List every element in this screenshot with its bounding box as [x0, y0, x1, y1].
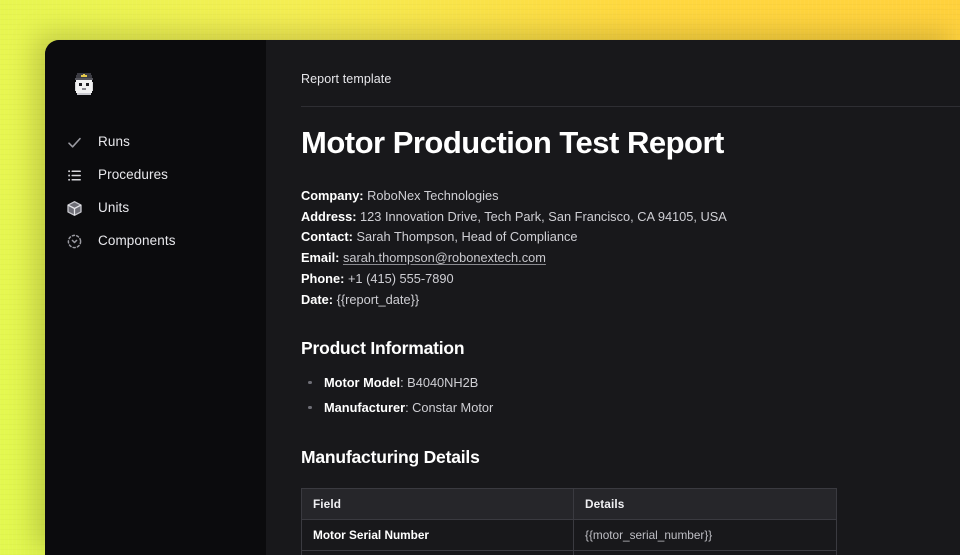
meta-row-company: Company: RoboNex Technologies [301, 186, 960, 207]
meta-value: 123 Innovation Drive, Tech Park, San Fra… [360, 208, 727, 224]
sidebar-item-label: Runs [98, 134, 130, 150]
check-icon [66, 134, 83, 151]
sidebar-nav: Runs Procedures Units Components [45, 126, 266, 258]
list-item-key: Manufacturer [324, 399, 406, 415]
list-item-value: : B4040NH2B [400, 374, 479, 390]
meta-value: {{report_date}} [336, 291, 420, 307]
meta-key: Phone: [301, 270, 345, 286]
table-header-details: Details [573, 487, 837, 520]
page-title: Motor Production Test Report [301, 125, 724, 160]
header-divider [301, 106, 960, 107]
meta-key: Contact: [301, 229, 353, 245]
list-item: Manufacturer: Constar Motor [301, 395, 960, 420]
table-header-row: Field Details [301, 487, 837, 520]
sidebar-item-procedures[interactable]: Procedures [45, 159, 266, 191]
meta-key: Email: [301, 250, 340, 266]
meta-key: Address: [301, 208, 357, 224]
robot-mascot-logo[interactable] [64, 64, 104, 104]
table-cell-field: Motor Serial Number [301, 518, 574, 551]
table-cell-field: Production Date [301, 549, 574, 555]
meta-value: Sarah Thompson, Head of Compliance [356, 229, 578, 245]
section-heading-product-information: Product Information [301, 337, 465, 358]
table-cell-details: {{production_date}} [573, 549, 837, 555]
meta-row-date: Date: {{report_date}} [301, 290, 960, 311]
meta-key: Date: [301, 291, 333, 307]
document-content: Report template Motor Production Test Re… [266, 40, 960, 555]
manufacturing-details-table: Field Details Motor Serial Number {{moto… [301, 487, 837, 555]
meta-key: Company: [301, 187, 364, 203]
sidebar-item-runs[interactable]: Runs [45, 126, 266, 158]
meta-row-contact: Contact: Sarah Thompson, Head of Complia… [301, 227, 960, 248]
list-item-key: Motor Model [324, 374, 401, 390]
meta-row-phone: Phone: +1 (415) 555-7890 [301, 269, 960, 290]
company-meta-block: Company: RoboNex Technologies Address: 1… [301, 186, 960, 311]
meta-value: +1 (415) 555-7890 [347, 270, 454, 286]
cube-icon [66, 200, 83, 217]
meta-row-email: Email: sarah.thompson@robonextech.com [301, 248, 960, 269]
table-row: Motor Serial Number {{motor_serial_numbe… [301, 518, 837, 551]
app-window: Runs Procedures Units Components Report … [45, 40, 960, 555]
sidebar-item-label: Procedures [98, 167, 169, 183]
manufacturing-details-table-wrap: Field Details Motor Serial Number {{moto… [301, 487, 837, 555]
meta-value: RoboNex Technologies [367, 187, 499, 203]
components-icon [66, 233, 83, 250]
list-item-value: : Constar Motor [405, 399, 494, 415]
list-icon [66, 167, 83, 184]
meta-row-address: Address: 123 Innovation Drive, Tech Park… [301, 207, 960, 228]
breadcrumb[interactable]: Report template [301, 40, 960, 86]
product-information-list: Motor Model: B4040NH2B Manufacturer: Con… [301, 370, 960, 420]
table-cell-details: {{motor_serial_number}} [573, 518, 837, 551]
section-heading-manufacturing-details: Manufacturing Details [301, 446, 480, 467]
table-header-field: Field [301, 487, 574, 520]
sidebar-item-units[interactable]: Units [45, 192, 266, 224]
sidebar-item-components[interactable]: Components [45, 225, 266, 257]
sidebar-item-label: Components [98, 233, 176, 249]
sidebar-item-label: Units [98, 200, 130, 216]
list-item: Motor Model: B4040NH2B [301, 370, 960, 395]
sidebar: Runs Procedures Units Components [45, 40, 266, 555]
email-link[interactable]: sarah.thompson@robonextech.com [343, 250, 546, 265]
table-row: Production Date {{production_date}} [301, 549, 837, 555]
